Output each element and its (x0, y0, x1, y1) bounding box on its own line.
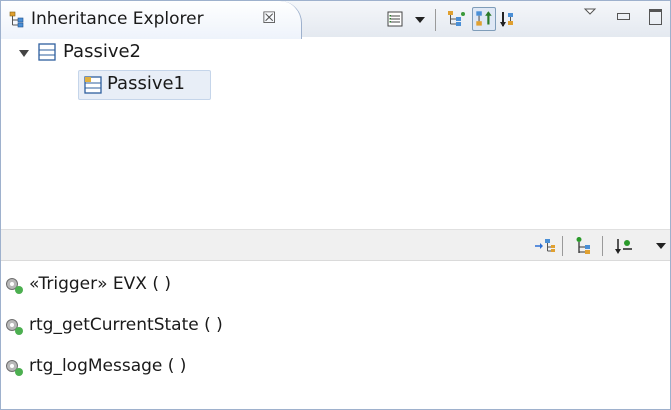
class-icon (38, 43, 56, 61)
toolbar-separator (602, 236, 603, 256)
tree-item-root[interactable]: Passive2 (1, 39, 401, 69)
view-menu-chevron-icon[interactable] (583, 6, 597, 18)
view-header: Inheritance Explorer ☒ (1, 1, 670, 39)
columns-dropdown-chevron-icon[interactable] (415, 17, 425, 23)
hierarchy-icon (9, 11, 24, 28)
supertype-hierarchy-icon[interactable] (447, 9, 467, 29)
members-toolbar (1, 229, 670, 261)
view-title: Inheritance Explorer (31, 9, 204, 29)
view-tab[interactable]: Inheritance Explorer ☒ (1, 1, 302, 39)
sort-members-icon[interactable] (614, 236, 636, 256)
close-icon[interactable]: ☒ (262, 8, 276, 27)
show-inherited-icon[interactable] (534, 236, 556, 256)
columns-icon[interactable] (385, 9, 405, 29)
inheritance-explorer-view: Inheritance Explorer ☒ Passive2 Passive1… (0, 0, 671, 410)
hierarchy-tree: Passive2 Passive1 (1, 39, 670, 229)
operation-icon (6, 278, 23, 294)
member-label: «Trigger» EVX ( ) (29, 274, 171, 294)
tree-item-label: Passive1 (107, 73, 186, 94)
type-hierarchy-icon[interactable] (499, 9, 519, 29)
subtype-hierarchy-icon (476, 11, 492, 26)
toolbar-separator (562, 236, 563, 256)
member-label: rtg_getCurrentState ( ) (29, 315, 223, 335)
minimize-icon[interactable] (617, 13, 630, 20)
expand-chevron-icon[interactable] (19, 50, 29, 57)
subtype-hierarchy-button[interactable] (472, 7, 496, 31)
operation-icon (6, 360, 23, 376)
tree-item-label: Passive2 (63, 41, 142, 62)
members-menu-chevron-icon[interactable] (656, 243, 666, 249)
operation-icon (6, 319, 23, 335)
toolbar-separator (435, 9, 436, 31)
member-label: rtg_logMessage ( ) (29, 356, 187, 376)
maximize-icon[interactable] (649, 9, 662, 25)
class-icon (84, 76, 102, 94)
tree-item-child[interactable]: Passive1 (78, 70, 211, 100)
lock-view-icon[interactable] (573, 236, 593, 256)
